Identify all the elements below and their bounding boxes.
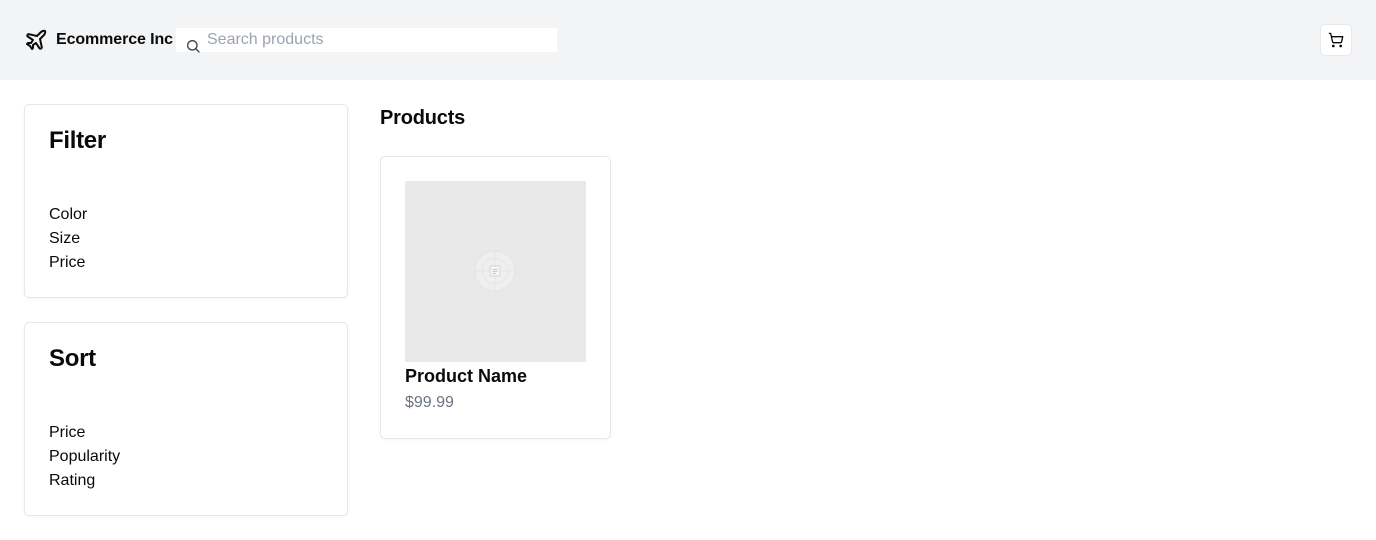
sort-panel: Sort Price Popularity Rating	[24, 322, 348, 516]
sort-item-popularity[interactable]: Popularity	[49, 445, 323, 469]
top-header: Ecommerce Inc	[0, 0, 1376, 80]
product-price: $99.99	[405, 394, 454, 411]
search-icon	[187, 40, 200, 53]
filter-panel: Filter Color Size Price	[24, 104, 348, 298]
filter-item-price[interactable]: Price	[49, 251, 323, 275]
filter-title: Filter	[49, 127, 106, 154]
sort-item-rating[interactable]: Rating	[49, 469, 323, 493]
sort-item-price[interactable]: Price	[49, 421, 323, 445]
brand-name: Ecommerce Inc	[56, 31, 173, 48]
filter-list: Color Size Price	[49, 203, 323, 275]
product-name: Product Name	[405, 366, 528, 386]
search-input[interactable]	[176, 28, 557, 52]
sort-list: Price Popularity Rating	[49, 421, 323, 493]
plane-icon	[26, 29, 47, 50]
products-title: Products	[380, 107, 466, 129]
filter-item-size[interactable]: Size	[49, 227, 323, 251]
product-image	[405, 181, 586, 362]
filter-item-color[interactable]: Color	[49, 203, 323, 227]
brand-link[interactable]: Ecommerce Inc	[24, 28, 173, 52]
cart-button[interactable]	[1320, 24, 1352, 56]
sort-title: Sort	[49, 345, 96, 372]
product-card[interactable]: Product Name $99.99	[380, 156, 611, 439]
shopping-cart-icon	[1328, 32, 1344, 48]
image-placeholder-icon	[474, 250, 516, 292]
